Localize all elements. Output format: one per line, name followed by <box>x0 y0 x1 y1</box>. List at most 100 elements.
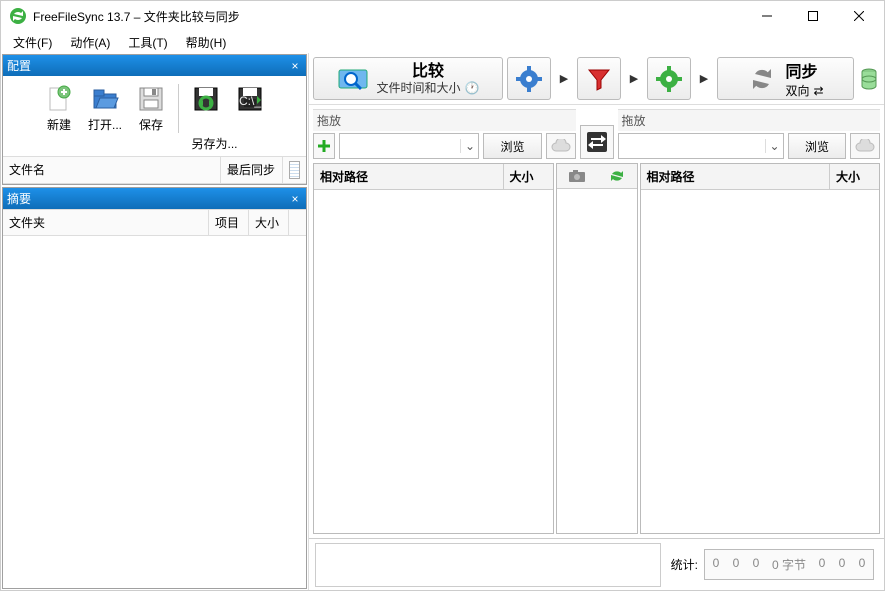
add-folder-pair-button[interactable] <box>313 133 335 159</box>
category-view-button[interactable] <box>568 169 586 183</box>
stat-1: 0 <box>709 556 723 573</box>
folder-row: 拖放 ⌄ 浏览 拖放 ⌄ 浏览 <box>309 105 884 163</box>
middle-grid-body[interactable] <box>557 189 637 533</box>
right-cloud-button[interactable] <box>850 133 880 159</box>
app-icon <box>9 7 27 25</box>
compare-sub: 文件时间和大小 <box>377 81 461 95</box>
open-label: 打开... <box>88 116 122 133</box>
right-grid-body[interactable] <box>641 190 880 533</box>
right-folder-side: 拖放 ⌄ 浏览 <box>618 109 881 159</box>
right-path-combo[interactable]: ⌄ <box>618 133 784 159</box>
config-columns: 文件名 最后同步 <box>3 156 306 184</box>
stat-3: 0 <box>749 556 763 573</box>
left-col-size[interactable]: 大小 <box>503 164 553 189</box>
right-drag-label: 拖放 <box>618 109 881 131</box>
compare-settings-button[interactable] <box>507 57 551 100</box>
sync-settings-button[interactable] <box>647 57 691 100</box>
swap-sides-button[interactable] <box>580 125 614 159</box>
col-last-sync[interactable]: 最后同步 <box>220 157 282 183</box>
log-area[interactable] <box>315 543 661 587</box>
new-config-button[interactable]: 新建 <box>40 82 78 135</box>
save-as-label: 另存为... <box>191 135 237 152</box>
database-icon <box>861 68 877 90</box>
action-bar: 比较 文件时间和大小 🕐 ▶ ▶ ▶ 同步 双向 ⇄ <box>309 53 884 105</box>
save-sync-icon <box>191 84 221 114</box>
statusbar: 统计: 0 0 0 0 字节 0 0 0 <box>309 538 884 590</box>
swap-icon <box>585 130 609 154</box>
save-config-button[interactable]: 保存 <box>132 82 170 135</box>
sync-sub: 双向 <box>785 82 809 99</box>
titlebar: FreeFileSync 13.7 – 文件夹比较与同步 <box>1 1 884 31</box>
save-as-sync-button[interactable] <box>187 82 225 135</box>
menubar: 文件(F) 动作(A) 工具(T) 帮助(H) <box>1 31 884 53</box>
stat-bytes: 0 字节 <box>769 556 809 573</box>
left-grid-body[interactable] <box>314 190 553 533</box>
two-way-icon: ⇄ <box>813 84 823 98</box>
action-view-button[interactable] <box>609 168 625 184</box>
comparison-grids: 相对路径 大小 相对路径 大小 <box>309 163 884 538</box>
col-items[interactable]: 项目 <box>208 210 248 235</box>
middle-grid <box>556 163 638 534</box>
notebook-icon <box>289 161 300 179</box>
right-browse-button[interactable]: 浏览 <box>788 133 846 159</box>
save-batch-icon: C:\_ <box>235 84 265 114</box>
col-log-icon[interactable] <box>282 157 306 183</box>
summary-panel: 摘要 × 文件夹 项目 大小 <box>2 187 307 589</box>
summary-columns: 文件夹 项目 大小 <box>3 209 306 236</box>
col-folder[interactable]: 文件夹 <box>3 210 208 235</box>
left-path-combo[interactable]: ⌄ <box>339 133 479 159</box>
maximize-button[interactable] <box>790 1 836 31</box>
left-cloud-button[interactable] <box>546 133 576 159</box>
compare-arrow[interactable]: ▶ <box>555 57 573 100</box>
filter-button[interactable] <box>577 57 621 100</box>
menu-help[interactable]: 帮助(H) <box>178 32 235 53</box>
left-col-relpath[interactable]: 相对路径 <box>314 164 503 189</box>
cloud-icon <box>855 139 875 153</box>
menu-file[interactable]: 文件(F) <box>5 32 60 53</box>
left-grid: 相对路径 大小 <box>313 163 554 534</box>
right-grid: 相对路径 大小 <box>640 163 881 534</box>
plus-icon <box>317 139 331 153</box>
save-icon <box>136 84 166 114</box>
summary-list[interactable] <box>3 236 306 588</box>
gear-green-icon <box>656 66 682 92</box>
sync-icon <box>747 64 777 94</box>
new-label: 新建 <box>47 116 71 133</box>
window-title: FreeFileSync 13.7 – 文件夹比较与同步 <box>33 8 744 25</box>
gear-blue-icon <box>516 66 542 92</box>
cloud-icon <box>551 139 571 153</box>
compare-label: 比较 <box>412 62 444 81</box>
stats-box: 0 0 0 0 字节 0 0 0 <box>704 549 874 580</box>
col-filename[interactable]: 文件名 <box>3 157 220 183</box>
database-icon-button[interactable] <box>858 57 880 100</box>
chevron-down-icon[interactable]: ⌄ <box>765 139 783 153</box>
clock-icon: 🕐 <box>465 81 480 95</box>
compare-button[interactable]: 比较 文件时间和大小 🕐 <box>313 57 503 100</box>
summary-panel-close[interactable]: × <box>288 192 302 206</box>
stat-5: 0 <box>835 556 849 573</box>
right-col-size[interactable]: 大小 <box>829 164 879 189</box>
left-browse-button[interactable]: 浏览 <box>483 133 541 159</box>
col-size[interactable]: 大小 <box>248 210 288 235</box>
summary-panel-header[interactable]: 摘要 × <box>3 188 306 209</box>
config-panel-header[interactable]: 配置 × <box>3 55 306 76</box>
save-as-batch-button[interactable]: C:\_ <box>231 82 269 135</box>
sync-arrow[interactable]: ▶ <box>695 57 713 100</box>
menu-tools[interactable]: 工具(T) <box>120 32 175 53</box>
filter-arrow[interactable]: ▶ <box>625 57 643 100</box>
right-col-relpath[interactable]: 相对路径 <box>641 164 830 189</box>
open-folder-icon <box>90 84 120 114</box>
refresh-icon <box>609 168 625 184</box>
close-button[interactable] <box>836 1 882 31</box>
stat-6: 0 <box>855 556 869 573</box>
stat-4: 0 <box>815 556 829 573</box>
minimize-button[interactable] <box>744 1 790 31</box>
sync-button[interactable]: 同步 双向 ⇄ <box>717 57 854 100</box>
chevron-down-icon[interactable]: ⌄ <box>460 139 478 153</box>
new-file-icon <box>44 84 74 114</box>
compare-icon <box>337 64 371 94</box>
sync-label: 同步 <box>785 64 817 81</box>
config-panel-close[interactable]: × <box>288 59 302 73</box>
menu-action[interactable]: 动作(A) <box>62 32 118 53</box>
open-config-button[interactable]: 打开... <box>84 82 126 135</box>
